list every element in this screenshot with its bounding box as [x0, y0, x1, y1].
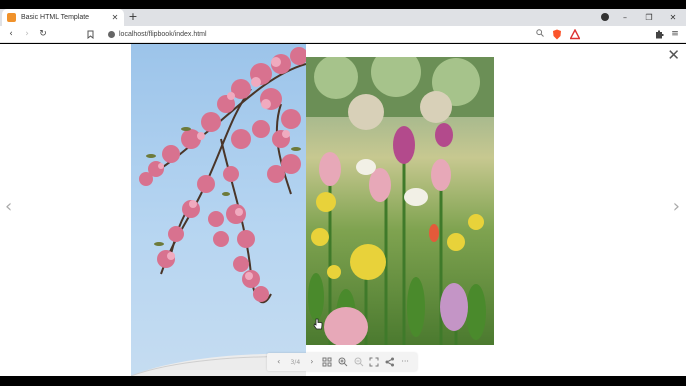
favicon-icon: [7, 13, 16, 22]
browser-menu-button[interactable]: ≡: [668, 26, 682, 43]
next-button[interactable]: ›: [306, 353, 318, 371]
grid-icon[interactable]: [321, 357, 333, 367]
search-zoom-icon[interactable]: [536, 29, 544, 37]
prev-button[interactable]: ‹: [273, 353, 285, 371]
maximize-button[interactable]: ❐: [644, 13, 654, 22]
cherry-blossom-page[interactable]: [131, 44, 306, 376]
tab-close-button[interactable]: ✕: [110, 13, 120, 22]
fullscreen-icon[interactable]: [368, 357, 380, 367]
bottom-letterbox: [0, 376, 686, 386]
site-info-icon[interactable]: [108, 31, 115, 38]
tab-strip: Basic HTML Template ✕ + – ❐ ✕: [0, 9, 686, 26]
tulip-field-page[interactable]: [306, 57, 494, 345]
zoom-out-icon[interactable]: [353, 357, 365, 367]
extensions-icon[interactable]: [654, 29, 664, 40]
browser-tab[interactable]: Basic HTML Template ✕: [2, 9, 124, 26]
cherry-blossom-image: [139, 47, 306, 304]
reload-button[interactable]: ↻: [36, 26, 50, 43]
page-number: 3/4: [290, 358, 301, 366]
prev-page-arrow[interactable]: ‹: [5, 196, 12, 217]
tulip-field-image: [306, 57, 494, 345]
more-button[interactable]: ···: [399, 353, 411, 371]
flipbook-viewer: ✕ ‹ › ‹ 3/4 › ···: [0, 44, 686, 376]
url-text: localhost/flipbook/index.html: [119, 31, 207, 38]
brave-rewards-icon[interactable]: [570, 29, 580, 40]
flipbook-controls: ‹ 3/4 › ···: [267, 353, 417, 371]
share-icon[interactable]: [384, 357, 396, 367]
profile-icon[interactable]: [601, 13, 609, 21]
zoom-in-icon[interactable]: [337, 357, 349, 367]
new-tab-button[interactable]: +: [127, 10, 139, 24]
tab-title: Basic HTML Template: [21, 14, 90, 21]
brave-shield-icon[interactable]: [552, 29, 562, 40]
forward-button[interactable]: ›: [20, 26, 34, 43]
bookmark-icon[interactable]: [87, 30, 94, 39]
minimize-button[interactable]: –: [620, 13, 630, 22]
hand-cursor-icon: [313, 318, 323, 330]
address-bar[interactable]: localhost/flipbook/index.html: [102, 27, 552, 42]
viewer-close-button[interactable]: ✕: [667, 48, 680, 63]
browser-toolbar: ‹ › ↻ localhost/flipbook/index.html ≡: [0, 26, 686, 43]
back-button[interactable]: ‹: [4, 26, 18, 43]
window-close-button[interactable]: ✕: [668, 13, 678, 22]
window-controls: – ❐ ✕: [620, 9, 678, 26]
screen-frame: Basic HTML Template ✕ + – ❐ ✕ ‹ › ↻ loca…: [0, 0, 686, 386]
next-page-arrow[interactable]: ›: [673, 196, 680, 217]
